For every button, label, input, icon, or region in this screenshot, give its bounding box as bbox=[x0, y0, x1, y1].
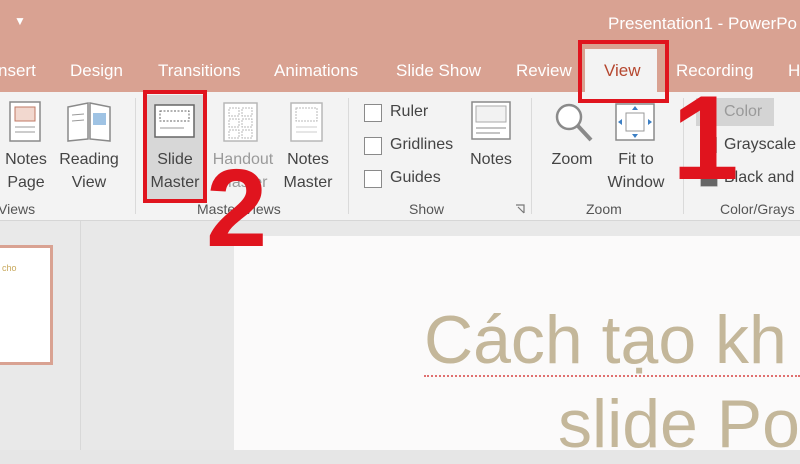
tab-transitions[interactable]: Transitions bbox=[158, 61, 241, 81]
zoom-icon bbox=[555, 103, 593, 142]
guides-checkbox[interactable] bbox=[364, 170, 382, 188]
gridlines-checkbox[interactable] bbox=[364, 137, 382, 155]
tab-animations[interactable]: Animations bbox=[274, 61, 358, 81]
tab-help[interactable]: H bbox=[788, 61, 800, 81]
thumbnail-text: cho bbox=[2, 263, 17, 273]
slide-subtitle-text[interactable]: slide Po bbox=[558, 384, 800, 464]
ruler-checkbox[interactable] bbox=[364, 104, 382, 122]
zoom-button[interactable]: Zoom bbox=[545, 148, 599, 171]
guides-label: Guides bbox=[390, 169, 441, 186]
tab-design[interactable]: Design bbox=[70, 61, 123, 81]
tab-slide-show[interactable]: Slide Show bbox=[396, 61, 481, 81]
group-separator bbox=[531, 98, 532, 214]
tab-insert[interactable]: nsert bbox=[0, 61, 36, 81]
group-label-zoom: Zoom bbox=[586, 201, 622, 217]
group-separator bbox=[135, 98, 136, 214]
notes-master-button[interactable]: Notes Master bbox=[281, 148, 335, 194]
reading-view-button[interactable]: Reading View bbox=[58, 148, 120, 194]
spellcheck-underline bbox=[424, 372, 800, 377]
handout-master-icon bbox=[223, 102, 258, 142]
notes-page-icon bbox=[9, 101, 41, 142]
group-label-views: Views bbox=[0, 201, 36, 217]
highlight-view-tab bbox=[578, 40, 669, 103]
slide-title-text[interactable]: Cách tạo kh bbox=[424, 300, 787, 380]
notes-button[interactable]: Notes bbox=[464, 148, 518, 171]
reading-view-icon bbox=[67, 102, 111, 142]
group-label-show: Show bbox=[409, 201, 445, 217]
group-separator bbox=[348, 98, 349, 214]
fit-to-window-button[interactable]: Fit to Window bbox=[600, 148, 672, 194]
highlight-slide-master bbox=[143, 90, 207, 203]
notes-master-icon bbox=[290, 102, 323, 142]
dialog-launcher-icon[interactable] bbox=[514, 203, 526, 215]
window-title: Presentation1 - PowerPo bbox=[608, 14, 797, 33]
tab-review[interactable]: Review bbox=[516, 61, 572, 81]
fit-to-window-icon bbox=[615, 103, 655, 141]
quick-access-dropdown-icon[interactable]: ▼ bbox=[14, 14, 26, 28]
notes-page-button[interactable]: Notes Page bbox=[4, 148, 48, 194]
ruler-label: Ruler bbox=[390, 103, 429, 120]
step-number-1: 1 bbox=[672, 71, 739, 205]
notes-icon bbox=[471, 101, 511, 140]
step-number-2: 2 bbox=[206, 147, 268, 270]
slide-thumbnail[interactable]: cho bbox=[0, 245, 53, 365]
gridlines-label: Gridlines bbox=[390, 136, 454, 153]
